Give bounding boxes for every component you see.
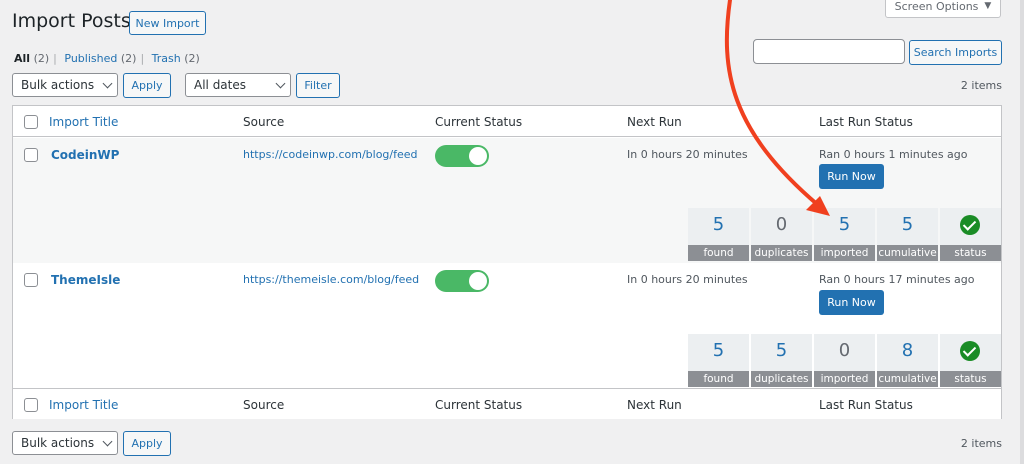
stat-status: status [940, 334, 1001, 387]
status-filter-links: All (2) | Published (2) | Trash (2) [14, 52, 200, 65]
screen-options-button[interactable]: Screen Options ▼ [885, 0, 1001, 18]
row-checkbox[interactable] [24, 148, 38, 162]
page-title: Import Posts [12, 10, 131, 32]
run-now-button[interactable]: Run Now [819, 164, 884, 189]
stat-label: found [688, 245, 749, 261]
source-link[interactable]: https://codeinwp.com/blog/feed [243, 148, 418, 161]
dates-value: All dates [194, 78, 247, 92]
chevron-down-icon [102, 436, 113, 446]
apply-button[interactable]: Apply [123, 73, 171, 98]
last-run-text: Ran 0 hours 17 minutes ago [819, 273, 975, 286]
stat-imported: 5 imported [814, 208, 875, 261]
column-source: Source [243, 115, 285, 129]
stat-value: 5 [901, 214, 914, 235]
table-row: CodeinWP https://codeinwp.com/blog/feed … [13, 138, 1001, 263]
next-run-text: In 0 hours 20 minutes [627, 148, 748, 161]
last-run-text: Ran 0 hours 1 minutes ago [819, 148, 968, 161]
caret-down-icon: ▼ [984, 1, 992, 11]
run-now-button[interactable]: Run Now [819, 290, 884, 315]
import-title-link[interactable]: CodeinWP [51, 148, 119, 162]
stat-imported: 0 imported [814, 334, 875, 387]
dates-select[interactable]: All dates [185, 73, 291, 97]
source-link[interactable]: https://themeisle.com/blog/feed [243, 273, 419, 286]
stat-found: 5 found [688, 334, 749, 387]
column-last-run-status: Last Run Status [819, 115, 913, 129]
filter-trash-count: (2) [184, 52, 200, 65]
chevron-down-icon [275, 78, 286, 88]
stat-label: duplicates [751, 371, 812, 387]
stat-label: imported [814, 245, 875, 261]
select-all-checkbox[interactable] [24, 398, 38, 412]
column-current-status: Current Status [435, 115, 523, 129]
filter-published-count: (2) [120, 52, 137, 65]
stat-duplicates: 0 duplicates [751, 208, 812, 261]
bulk-actions-value: Bulk actions [21, 436, 95, 450]
status-toggle[interactable] [435, 145, 489, 167]
stat-label: found [688, 371, 749, 387]
new-import-button[interactable]: New Import [129, 11, 206, 35]
row-checkbox[interactable] [24, 273, 38, 287]
scrollbar[interactable] [1020, 0, 1024, 464]
stat-cumulative: 8 cumulative [877, 334, 938, 387]
check-circle-icon [960, 215, 980, 235]
status-toggle[interactable] [435, 270, 489, 292]
filter-all-count: (2) [33, 52, 50, 65]
bulk-actions-value: Bulk actions [21, 78, 95, 92]
stat-status: status [940, 208, 1001, 261]
stat-value: 5 [712, 214, 725, 235]
search-input[interactable] [753, 39, 905, 64]
next-run-text: In 0 hours 20 minutes [627, 273, 748, 286]
stat-value: 0 [775, 214, 788, 235]
screen-options-label: Screen Options [894, 0, 979, 13]
column-import-title[interactable]: Import Title [49, 398, 118, 412]
stat-label: cumulative [877, 371, 938, 387]
search-imports-button[interactable]: Search Imports [909, 40, 1002, 65]
stat-label: cumulative [877, 245, 938, 261]
column-import-title[interactable]: Import Title [49, 115, 118, 129]
items-count: 2 items [960, 79, 1002, 92]
stat-found: 5 found [688, 208, 749, 261]
stat-label: duplicates [751, 245, 812, 261]
stat-label: imported [814, 371, 875, 387]
stat-value: 5 [712, 340, 725, 361]
imports-table: Import Title Source Current Status Next … [12, 105, 1002, 419]
stat-label: status [940, 371, 1001, 387]
chevron-down-icon [102, 78, 113, 88]
stat-value: 5 [838, 214, 851, 235]
select-all-checkbox[interactable] [24, 115, 38, 129]
apply-button-bottom[interactable]: Apply [123, 431, 171, 456]
filter-published[interactable]: Published [64, 52, 117, 65]
table-header: Import Title Source Current Status Next … [13, 106, 1001, 137]
column-last-run-status: Last Run Status [819, 398, 913, 412]
stat-cumulative: 5 cumulative [877, 208, 938, 261]
stat-value: 5 [775, 340, 788, 361]
stat-label: status [940, 245, 1001, 261]
stat-value: 0 [838, 340, 851, 361]
stat-duplicates: 5 duplicates [751, 334, 812, 387]
column-next-run: Next Run [627, 398, 682, 412]
filter-all[interactable]: All [14, 52, 30, 65]
import-title-link[interactable]: ThemeIsle [51, 273, 120, 287]
filter-trash[interactable]: Trash [152, 52, 181, 65]
check-circle-icon [960, 341, 980, 361]
items-count-bottom: 2 items [960, 437, 1002, 450]
filter-button[interactable]: Filter [296, 73, 340, 98]
bulk-actions-select[interactable]: Bulk actions [12, 73, 118, 97]
bulk-actions-select-bottom[interactable]: Bulk actions [12, 431, 118, 455]
stat-value: 8 [901, 340, 914, 361]
column-next-run: Next Run [627, 115, 682, 129]
table-footer: Import Title Source Current Status Next … [13, 388, 1001, 419]
table-row: ThemeIsle https://themeisle.com/blog/fee… [13, 263, 1001, 388]
column-current-status: Current Status [435, 398, 523, 412]
column-source: Source [243, 398, 285, 412]
